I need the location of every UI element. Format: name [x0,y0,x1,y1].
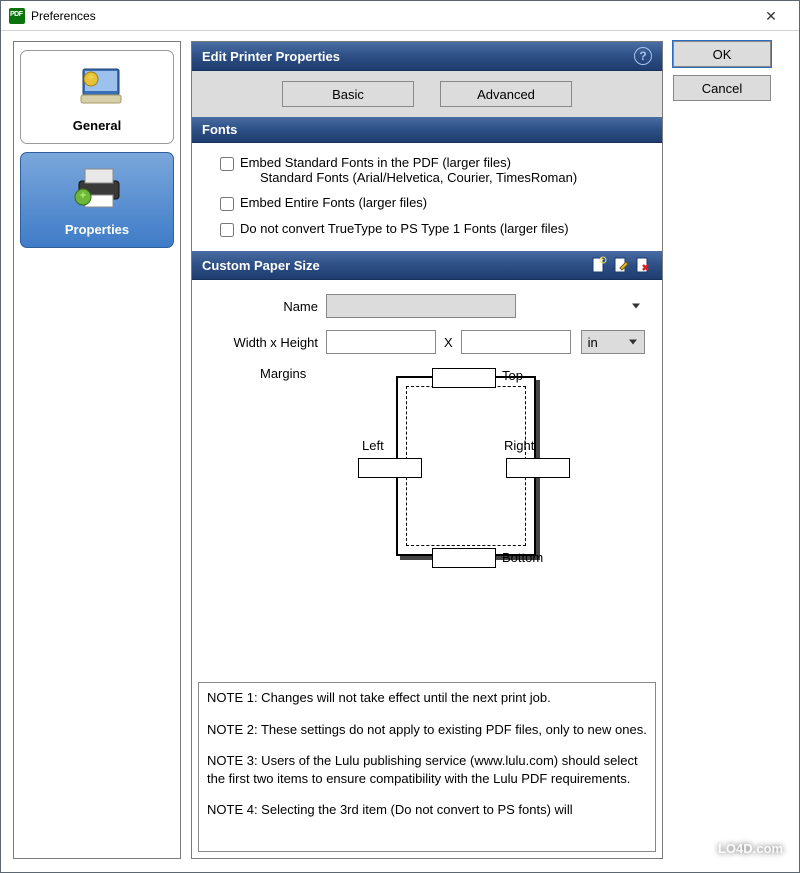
name-label: Name [206,299,326,314]
delete-page-icon[interactable] [634,256,652,274]
checkbox-label: Embed Entire Fonts (larger files) [240,195,427,210]
checkbox-label: Embed Standard Fonts in the PDF (larger … [240,155,511,170]
edit-page-icon[interactable] [612,256,630,274]
margin-bottom-input[interactable] [432,548,496,568]
sidebar: General Properties [13,41,181,859]
titlebar: Preferences ✕ [1,1,799,31]
margin-top-label: Top [502,368,523,383]
header-edit-printer: Edit Printer Properties ? [192,42,662,71]
wh-label: Width x Height [206,335,326,350]
paper-section: Name Width x Height X Margins [192,280,662,596]
x-separator: X [436,335,461,350]
checkbox-embed-standard[interactable] [220,157,234,171]
note-text: NOTE 3: Users of the Lulu publishing ser… [207,752,647,787]
header-paper-size: Custom Paper Size [192,251,662,280]
printer-icon [65,163,129,213]
section-title: Fonts [202,122,237,137]
app-pdf-icon [9,8,25,24]
notes-textarea[interactable]: NOTE 1: Changes will not take effect unt… [198,682,656,852]
note-text: NOTE 4: Selecting the 3rd item (Do not c… [207,801,647,819]
checkbox-no-convert[interactable] [220,223,234,237]
sidebar-item-label: General [27,118,167,133]
header-title: Edit Printer Properties [202,49,340,64]
paper-name-select[interactable] [326,294,516,318]
monitor-icon [67,61,127,109]
sidebar-tab-general[interactable]: General [20,50,174,144]
sidebar-tab-properties[interactable]: Properties [20,152,174,248]
cancel-button[interactable]: Cancel [673,75,771,101]
margins-diagram: Margins Top Left Right Bottom [206,366,648,586]
close-icon[interactable]: ✕ [751,2,791,30]
margins-label: Margins [260,366,306,381]
unit-select[interactable] [581,330,645,354]
tab-advanced[interactable]: Advanced [440,81,572,107]
main-panel: Edit Printer Properties ? Basic Advanced… [191,41,663,859]
preferences-window: Preferences ✕ General [0,0,800,873]
note-text: NOTE 2: These settings do not apply to e… [207,721,647,739]
new-page-icon[interactable] [590,256,608,274]
header-fonts: Fonts [192,117,662,143]
checkbox-label: Do not convert TrueType to PS Type 1 Fon… [240,221,569,236]
margin-left-label: Left [362,438,384,453]
client-area: General Properties Edit Printer Properti… [1,31,799,872]
help-icon[interactable]: ? [634,47,652,65]
margin-right-label: Right [504,438,534,453]
sidebar-item-label: Properties [27,222,167,237]
margin-left-input[interactable] [358,458,422,478]
tab-basic[interactable]: Basic [282,81,414,107]
ok-button[interactable]: OK [673,41,771,67]
margin-bottom-label: Bottom [502,550,543,565]
width-input[interactable] [326,330,436,354]
section-title: Custom Paper Size [202,258,320,273]
height-input[interactable] [461,330,571,354]
embed-standard-desc: Standard Fonts (Arial/Helvetica, Courier… [240,170,577,185]
mode-tab-bar: Basic Advanced [192,71,662,117]
window-title: Preferences [31,9,751,23]
dialog-buttons: OK Cancel [673,41,771,860]
note-text: NOTE 1: Changes will not take effect unt… [207,689,647,707]
margin-right-input[interactable] [506,458,570,478]
margin-top-input[interactable] [432,368,496,388]
checkbox-embed-entire[interactable] [220,197,234,211]
fonts-section: Embed Standard Fonts in the PDF (larger … [192,143,662,251]
